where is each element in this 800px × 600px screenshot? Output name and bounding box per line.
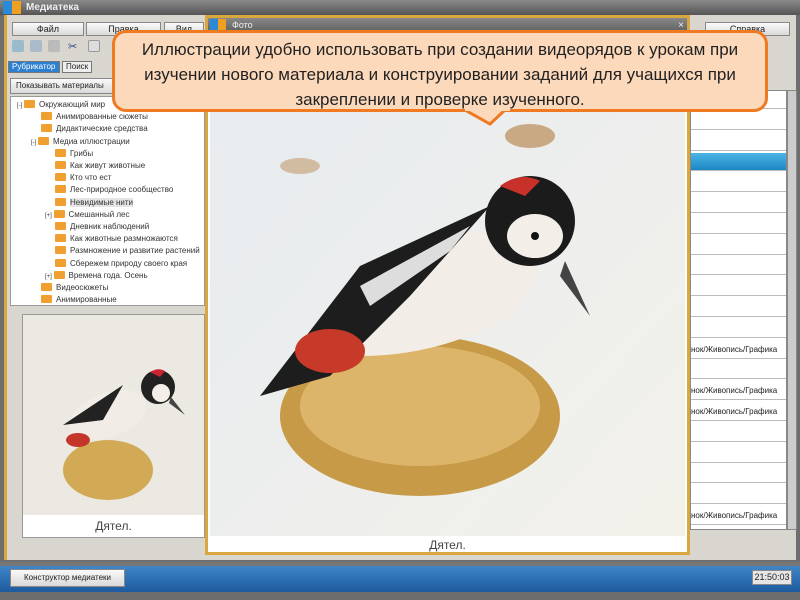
tree-item-label: Размножение и развитие растений (70, 246, 200, 256)
tree-item-label: Как живут животные (70, 161, 146, 170)
folder-icon (53, 270, 65, 279)
clock: 21:50:03 (752, 570, 792, 585)
list-row[interactable] (691, 195, 786, 213)
list-row[interactable] (691, 278, 786, 297)
tree-item[interactable]: Грибы (55, 148, 93, 160)
tree-item-label: Сбережем природу своего края (70, 258, 188, 268)
print-icon[interactable] (48, 40, 60, 52)
tree-item[interactable]: [-] Медиа иллюстрации (31, 136, 130, 148)
list-row[interactable] (691, 486, 786, 505)
open-icon[interactable] (30, 40, 42, 52)
photo-title: Фото (232, 20, 253, 30)
list-row[interactable]: нок/Живопись/Графика (691, 507, 786, 525)
list-row[interactable] (691, 216, 786, 234)
list-row[interactable] (691, 445, 786, 463)
tree-item[interactable]: [+] Времена года. Осень (45, 270, 148, 282)
folder-icon (38, 136, 49, 145)
tree-item[interactable]: [-] Окружающий мир (17, 99, 105, 111)
photo-caption: Дятел. (429, 538, 466, 552)
tree-item-label: Как животные размножаются (70, 234, 178, 244)
tree-item-label: Грибы (70, 148, 94, 158)
taskbar-app-button[interactable]: Конструктор медиатеки (10, 569, 125, 587)
expand-toggle-icon[interactable]: [-] (17, 103, 24, 109)
tree-item-label: Времена года. Осень (68, 270, 148, 280)
app-title: Медиатека (26, 2, 79, 13)
list-row[interactable] (691, 299, 786, 317)
expand-toggle-icon[interactable]: [+] (45, 274, 54, 280)
tree-item[interactable]: Как живут животные (55, 160, 145, 172)
new-icon[interactable] (12, 40, 24, 52)
tree-item[interactable]: Сбережем природу своего края (55, 258, 187, 270)
tree-item-label: Видеосюжеты (56, 283, 109, 292)
materials-list: нок/Живопись/Графика нок/Живопись/Графика… (690, 90, 787, 530)
tree-item-label: Смешанный лес (68, 209, 130, 219)
tree-item-label: Лес-природное сообщество (70, 185, 174, 195)
tree-item-label: Дневник наблюдений (70, 222, 150, 231)
folder-icon (55, 185, 66, 194)
expand-toggle-icon[interactable]: [-] (31, 140, 38, 146)
folder-icon (41, 295, 52, 304)
folder-icon (55, 246, 66, 255)
folder-icon (41, 112, 52, 121)
folder-icon (55, 222, 66, 230)
list-row[interactable] (691, 257, 786, 276)
tab-rubricator[interactable]: Рубрикатор (8, 61, 60, 73)
woodpecker-thumbnail (23, 315, 204, 515)
list-row[interactable] (691, 237, 786, 255)
folder-icon (55, 234, 66, 243)
tree-item-label: Медиа иллюстрации (53, 136, 130, 146)
list-row[interactable] (691, 361, 786, 380)
tree-item-label: Окружающий мир (39, 100, 106, 109)
tree-item[interactable]: Дневник наблюдений (55, 221, 149, 233)
tree-item[interactable]: Анимированные (41, 294, 117, 305)
callout-text: Иллюстрации удобно использовать при созд… (141, 40, 739, 109)
folder-icon (24, 100, 35, 108)
tree-item-label: Анимированные сюжеты (56, 112, 148, 122)
folder-icon (55, 197, 66, 206)
copy-icon[interactable] (88, 40, 100, 52)
tree-item[interactable]: [+] Смешанный лес (45, 209, 130, 221)
folder-icon (55, 258, 66, 267)
tree-item[interactable]: Дидактические средства (41, 123, 148, 135)
list-row[interactable] (691, 153, 786, 172)
list-row[interactable] (691, 465, 786, 484)
preview-caption: Дятел. (95, 519, 132, 533)
tree-item[interactable]: Кто что ест (55, 172, 111, 184)
tree-item-label: Невидимые нити (70, 197, 134, 207)
app-logo-icon (3, 1, 21, 14)
tree-item[interactable]: Анимированные сюжеты (41, 111, 148, 123)
app-title-bar: Медиатека (0, 0, 800, 15)
list-row[interactable] (691, 112, 786, 130)
expand-toggle-icon[interactable]: [+] (45, 213, 54, 219)
menu-file[interactable]: Файл (12, 22, 84, 36)
tree-item[interactable]: Размножение и развитие растений (55, 245, 200, 257)
folder-icon (41, 283, 52, 291)
list-row[interactable]: нок/Живопись/Графика (691, 403, 786, 421)
folder-icon (55, 161, 66, 169)
callout-pointer (465, 108, 510, 126)
folder-icon (55, 173, 66, 182)
list-scrollbar[interactable] (787, 90, 797, 530)
list-row[interactable] (691, 424, 786, 442)
tree-item[interactable]: Видеосюжеты (41, 282, 108, 294)
callout-annotation: Иллюстрации удобно использовать при созд… (112, 30, 768, 112)
category-tree: [-] Окружающий мир Анимированные сюжеты Ди… (10, 96, 205, 306)
list-row[interactable]: нок/Живопись/Графика (691, 341, 786, 359)
list-row[interactable] (691, 174, 786, 193)
tree-item[interactable]: Лес-природное сообщество (55, 184, 173, 196)
list-row[interactable]: нок/Живопись/Графика (691, 382, 786, 401)
tree-item[interactable]: Невидимые нити (55, 197, 134, 209)
cut-icon[interactable]: ✂ (68, 40, 80, 53)
image-preview: Дятел. (22, 314, 205, 538)
tree-item-label: Кто что ест (70, 173, 112, 183)
folder-icon (41, 124, 52, 133)
tree-item-label: Анимированные (56, 295, 117, 305)
tree-item-label: Дидактические средства (56, 124, 148, 134)
tab-search[interactable]: Поиск (62, 61, 92, 73)
tree-item[interactable]: Как животные размножаются (55, 233, 178, 245)
list-row[interactable] (691, 320, 786, 338)
folder-icon (55, 148, 66, 157)
folder-icon (53, 209, 65, 218)
list-row[interactable] (691, 133, 786, 151)
